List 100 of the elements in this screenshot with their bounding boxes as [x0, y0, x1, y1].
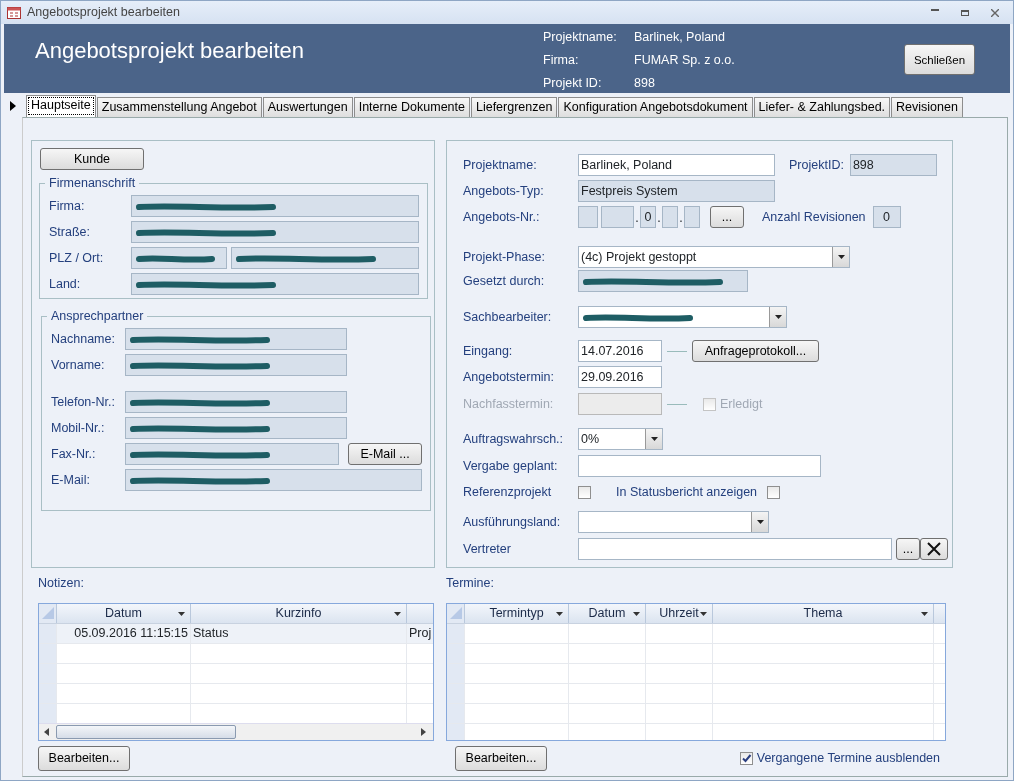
- input-field[interactable]: 0: [872, 206, 901, 228]
- dropdown-field[interactable]: [578, 511, 769, 533]
- column-header[interactable]: Termintyp: [465, 603, 569, 623]
- input-field[interactable]: [125, 391, 347, 413]
- field-label: Angebotstermin:: [463, 368, 556, 386]
- tab[interactable]: Revisionen: [891, 97, 963, 117]
- input-field[interactable]: 29.09.2016: [578, 366, 662, 388]
- tab[interactable]: Konfiguration Angebotsdokument: [558, 97, 753, 117]
- field-label: Projektname:: [463, 156, 538, 174]
- field-label: Angebots-Nr.:: [463, 208, 541, 226]
- group-title: Firmenanschrift: [48, 176, 137, 190]
- table-row[interactable]: [447, 683, 945, 704]
- field-label: Vergangene Termine ausblenden: [756, 749, 940, 767]
- input-field[interactable]: 14.07.2016: [578, 340, 662, 362]
- input-field[interactable]: [125, 417, 347, 439]
- window-title: Angebotsprojekt bearbeiten: [27, 4, 180, 22]
- edit-button[interactable]: Bearbeiten...: [455, 745, 547, 771]
- input-field[interactable]: [125, 354, 347, 376]
- info-label: Projekt ID:: [543, 75, 603, 92]
- customer-button[interactable]: Kunde: [40, 148, 144, 170]
- field-label: Straße:: [49, 223, 91, 241]
- input-field[interactable]: [131, 273, 419, 295]
- field-label: Vorname:: [51, 356, 106, 374]
- input-field[interactable]: [601, 206, 634, 228]
- input-field[interactable]: [578, 270, 748, 292]
- tab[interactable]: Hauptseite: [26, 95, 96, 117]
- maximize-icon: [961, 8, 969, 17]
- select-all-icon: [449, 607, 462, 620]
- input-field[interactable]: 0: [640, 206, 656, 228]
- field-label: Ausführungsland:: [463, 513, 562, 531]
- field-label: Nachfasstermin:: [463, 395, 555, 413]
- input-field[interactable]: [231, 247, 419, 269]
- checkbox[interactable]: [767, 485, 781, 499]
- column-header[interactable]: Thema: [713, 603, 934, 623]
- table-row[interactable]: [39, 643, 433, 664]
- column-header[interactable]: Kurzinfo: [191, 603, 407, 623]
- caret-icon: [650, 437, 658, 441]
- field-label: Sachbearbeiter:: [463, 308, 553, 326]
- column-header[interactable]: Datum: [569, 603, 646, 623]
- email-button[interactable]: E-Mail ...: [348, 443, 422, 465]
- field-label: Telefon-Nr.:: [51, 393, 116, 411]
- scroll-right-icon: [421, 727, 426, 736]
- input-field[interactable]: [684, 206, 700, 228]
- input-field[interactable]: 898: [849, 154, 937, 176]
- tab[interactable]: Liefer- & Zahlungsbed.: [753, 97, 891, 117]
- tab[interactable]: Interne Dokumente: [353, 97, 470, 117]
- horizontal-scrollbar[interactable]: [39, 722, 433, 740]
- input-field[interactable]: [125, 469, 422, 491]
- input-field[interactable]: [131, 221, 419, 243]
- tab[interactable]: Liefergrenzen: [470, 97, 558, 117]
- checkbox[interactable]: [739, 751, 753, 765]
- dropdown-field[interactable]: [578, 306, 787, 328]
- table-row[interactable]: 05.09.2016 11:15:15 Status Proj: [39, 623, 433, 644]
- field-label: ProjektID:: [789, 156, 844, 174]
- close-button[interactable]: Schließen: [904, 44, 975, 75]
- field-label: Auftragswahrsch.:: [463, 430, 565, 448]
- dropdown-field[interactable]: (4c) Projekt gestoppt: [578, 246, 850, 268]
- table-row[interactable]: [39, 683, 433, 704]
- minimize-icon: [931, 8, 939, 11]
- table-row[interactable]: [447, 703, 945, 724]
- field-label: Gesetzt durch:: [463, 272, 546, 290]
- column-header[interactable]: Datum: [57, 603, 191, 623]
- more-button[interactable]: ...: [896, 538, 920, 560]
- table-row[interactable]: [447, 663, 945, 684]
- check-icon: [740, 752, 752, 764]
- tab[interactable]: Auswertungen: [262, 97, 353, 117]
- caret-icon: [178, 611, 185, 616]
- input-field[interactable]: [125, 443, 340, 465]
- dropdown-field[interactable]: 0%: [578, 428, 663, 450]
- caret-icon: [837, 255, 845, 259]
- input-field[interactable]: [131, 247, 227, 269]
- caret-icon: [700, 611, 707, 616]
- caret-icon: [394, 611, 401, 616]
- clear-icon: [927, 542, 941, 556]
- edit-button[interactable]: Bearbeiten...: [38, 745, 130, 771]
- checkbox[interactable]: [578, 485, 591, 499]
- input-field[interactable]: [131, 195, 419, 217]
- clear-button[interactable]: [920, 538, 948, 560]
- table-row[interactable]: [447, 623, 945, 644]
- input-field[interactable]: [578, 455, 821, 477]
- form-icon: [7, 6, 21, 19]
- input-field[interactable]: [125, 328, 347, 350]
- input-field[interactable]: [578, 538, 892, 560]
- protocol-button[interactable]: Anfrageprotokoll...: [692, 340, 819, 362]
- input-field[interactable]: [578, 206, 598, 228]
- info-label: Projektname:: [543, 29, 618, 46]
- more-button[interactable]: ...: [710, 206, 744, 228]
- field-label: Erledigt: [720, 395, 763, 413]
- field-label: Land:: [49, 275, 82, 293]
- separator-dot: .: [656, 210, 662, 228]
- input-field[interactable]: [662, 206, 678, 228]
- field-label: In Statusbericht anzeigen: [616, 483, 758, 501]
- input-field[interactable]: Barlinek, Poland: [578, 154, 775, 176]
- info-label: Firma:: [543, 52, 580, 69]
- table-row[interactable]: [447, 643, 945, 664]
- column-header[interactable]: Uhrzeit: [646, 603, 713, 623]
- group-title: Ansprechpartner: [50, 309, 145, 323]
- table-row[interactable]: [39, 663, 433, 684]
- tab[interactable]: Zusammenstellung Angebot: [96, 97, 262, 117]
- input-field[interactable]: Festpreis System: [578, 180, 775, 202]
